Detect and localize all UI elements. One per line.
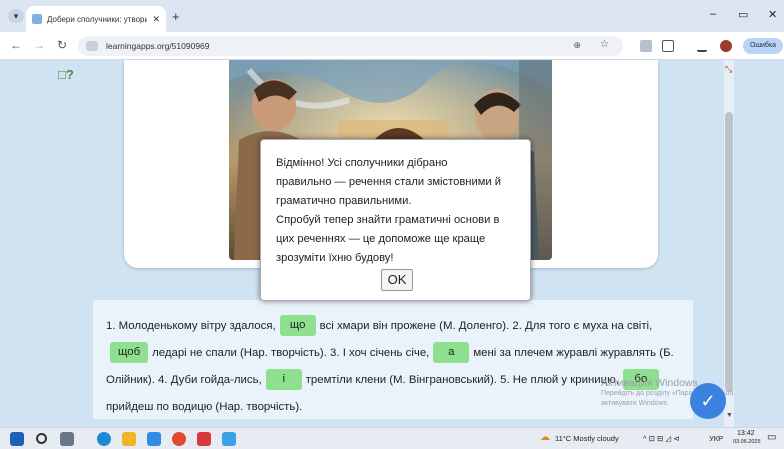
sentence-part: тремтіли клени (М. Вінграновський). 5. Н…: [305, 374, 568, 386]
conjunction-chip-3[interactable]: а: [433, 342, 470, 364]
sentence-part: 1. Молоденькому вітру здалося,: [106, 320, 276, 332]
browser-chrome: ▾ Добери сполучники: утвори ск ✕ + – ▭ ✕…: [0, 0, 784, 60]
app-icon-2[interactable]: [222, 432, 236, 446]
new-tab-button[interactable]: +: [172, 9, 180, 24]
error-button[interactable]: Ошибка: [743, 38, 783, 54]
extension-icon[interactable]: [640, 40, 652, 52]
dialog-line: Відмінно! Усі сполучники дібрано: [276, 157, 448, 169]
task-view-icon[interactable]: [60, 432, 74, 446]
windows-taskbar: ☁ 11°C Mostly cloudy ^ ⊡ ⊟ ◿ ⊲ УКР 13:42…: [0, 427, 784, 449]
start-icon[interactable]: [10, 432, 24, 446]
conjunction-chip-1[interactable]: що: [279, 315, 316, 337]
dialog-line: граматично правильними.: [276, 195, 412, 207]
sentence-part: всі хмари він прожене (М. Доленго). 2. Д…: [319, 320, 624, 332]
sentence-part: ледарі не спали (Нар. творчість). 3. І х…: [152, 347, 430, 359]
reload-icon[interactable]: ↻: [57, 38, 67, 52]
file-explorer-icon[interactable]: [122, 432, 136, 446]
zoom-icon[interactable]: ⊕: [573, 40, 581, 51]
back-icon[interactable]: ←: [10, 38, 22, 52]
edge-icon[interactable]: [97, 432, 111, 446]
ok-button[interactable]: OK: [381, 269, 413, 291]
tab-bar: ▾ Добери сполучники: утвори ск ✕ + – ▭ ✕: [0, 0, 784, 32]
tray-icons[interactable]: ^ ⊡ ⊟ ◿ ⊲: [643, 434, 679, 443]
clock-date[interactable]: 03.06.2025: [733, 439, 761, 445]
forward-icon[interactable]: →: [33, 38, 45, 52]
dialog-line: Спробуй тепер знайти граматичні основи в: [276, 214, 500, 226]
sentence-part: прийдеш по водицю (Нар. творчість).: [106, 401, 303, 413]
help-icon[interactable]: □?: [58, 67, 74, 82]
dialog-line: правильно — речення стали змістовними й: [276, 176, 501, 188]
chrome-icon[interactable]: [172, 432, 186, 446]
check-answer-button[interactable]: ✓: [690, 383, 726, 419]
minimize-button[interactable]: –: [710, 8, 716, 20]
dialog-line: зрозуміти їхню будову!: [276, 252, 394, 264]
puzzle-icon[interactable]: [662, 40, 674, 52]
profile-avatar[interactable]: [720, 40, 732, 52]
sentence-part: мені за плечем журавлі: [473, 347, 598, 359]
url-text: learningapps.org/51090969: [106, 41, 210, 51]
scrollbar-thumb[interactable]: [725, 112, 733, 392]
tab-close-icon[interactable]: ✕: [152, 14, 160, 25]
address-bar[interactable]: learningapps.org/51090969 ⊕ ☆: [78, 36, 623, 56]
task-text: 1. Молоденькому вітру здалося, що всі хмар…: [106, 313, 686, 421]
scroll-down-icon[interactable]: ▼: [726, 412, 733, 419]
dialog-line: цих реченнях — це допоможе ще краще: [276, 233, 486, 245]
bookmark-star-icon[interactable]: ☆: [600, 39, 609, 50]
fullscreen-icon[interactable]: ⤡: [725, 64, 732, 75]
conjunction-chip-2[interactable]: щоб: [110, 342, 149, 364]
language-indicator[interactable]: УКР: [709, 434, 723, 443]
sentence-part: світі,: [627, 320, 653, 332]
feedback-dialog: Відмінно! Усі сполучники дібрано правиль…: [260, 139, 531, 301]
tab-search-icon[interactable]: ▾: [8, 9, 24, 23]
conjunction-chip-4[interactable]: і: [265, 369, 302, 391]
favicon-icon: [32, 14, 42, 24]
store-icon[interactable]: [147, 432, 161, 446]
close-window-button[interactable]: ✕: [768, 8, 777, 21]
clock-time[interactable]: 13:42: [737, 430, 755, 437]
tab-active[interactable]: Добери сполучники: утвори ск ✕: [26, 6, 166, 32]
weather-text[interactable]: 11°C Mostly cloudy: [555, 434, 619, 443]
notification-icon[interactable]: ▭: [767, 432, 776, 443]
maximize-button[interactable]: ▭: [738, 8, 748, 21]
app-icon[interactable]: [197, 432, 211, 446]
weather-icon[interactable]: ☁: [540, 432, 550, 443]
tab-title: Добери сполучники: утвори ск: [47, 14, 147, 24]
download-icon[interactable]: [697, 40, 707, 52]
site-info-icon[interactable]: [86, 41, 98, 51]
address-bar-row: ← → ↻ learningapps.org/51090969 ⊕ ☆ Ошиб…: [0, 32, 784, 60]
search-icon[interactable]: [36, 433, 47, 444]
